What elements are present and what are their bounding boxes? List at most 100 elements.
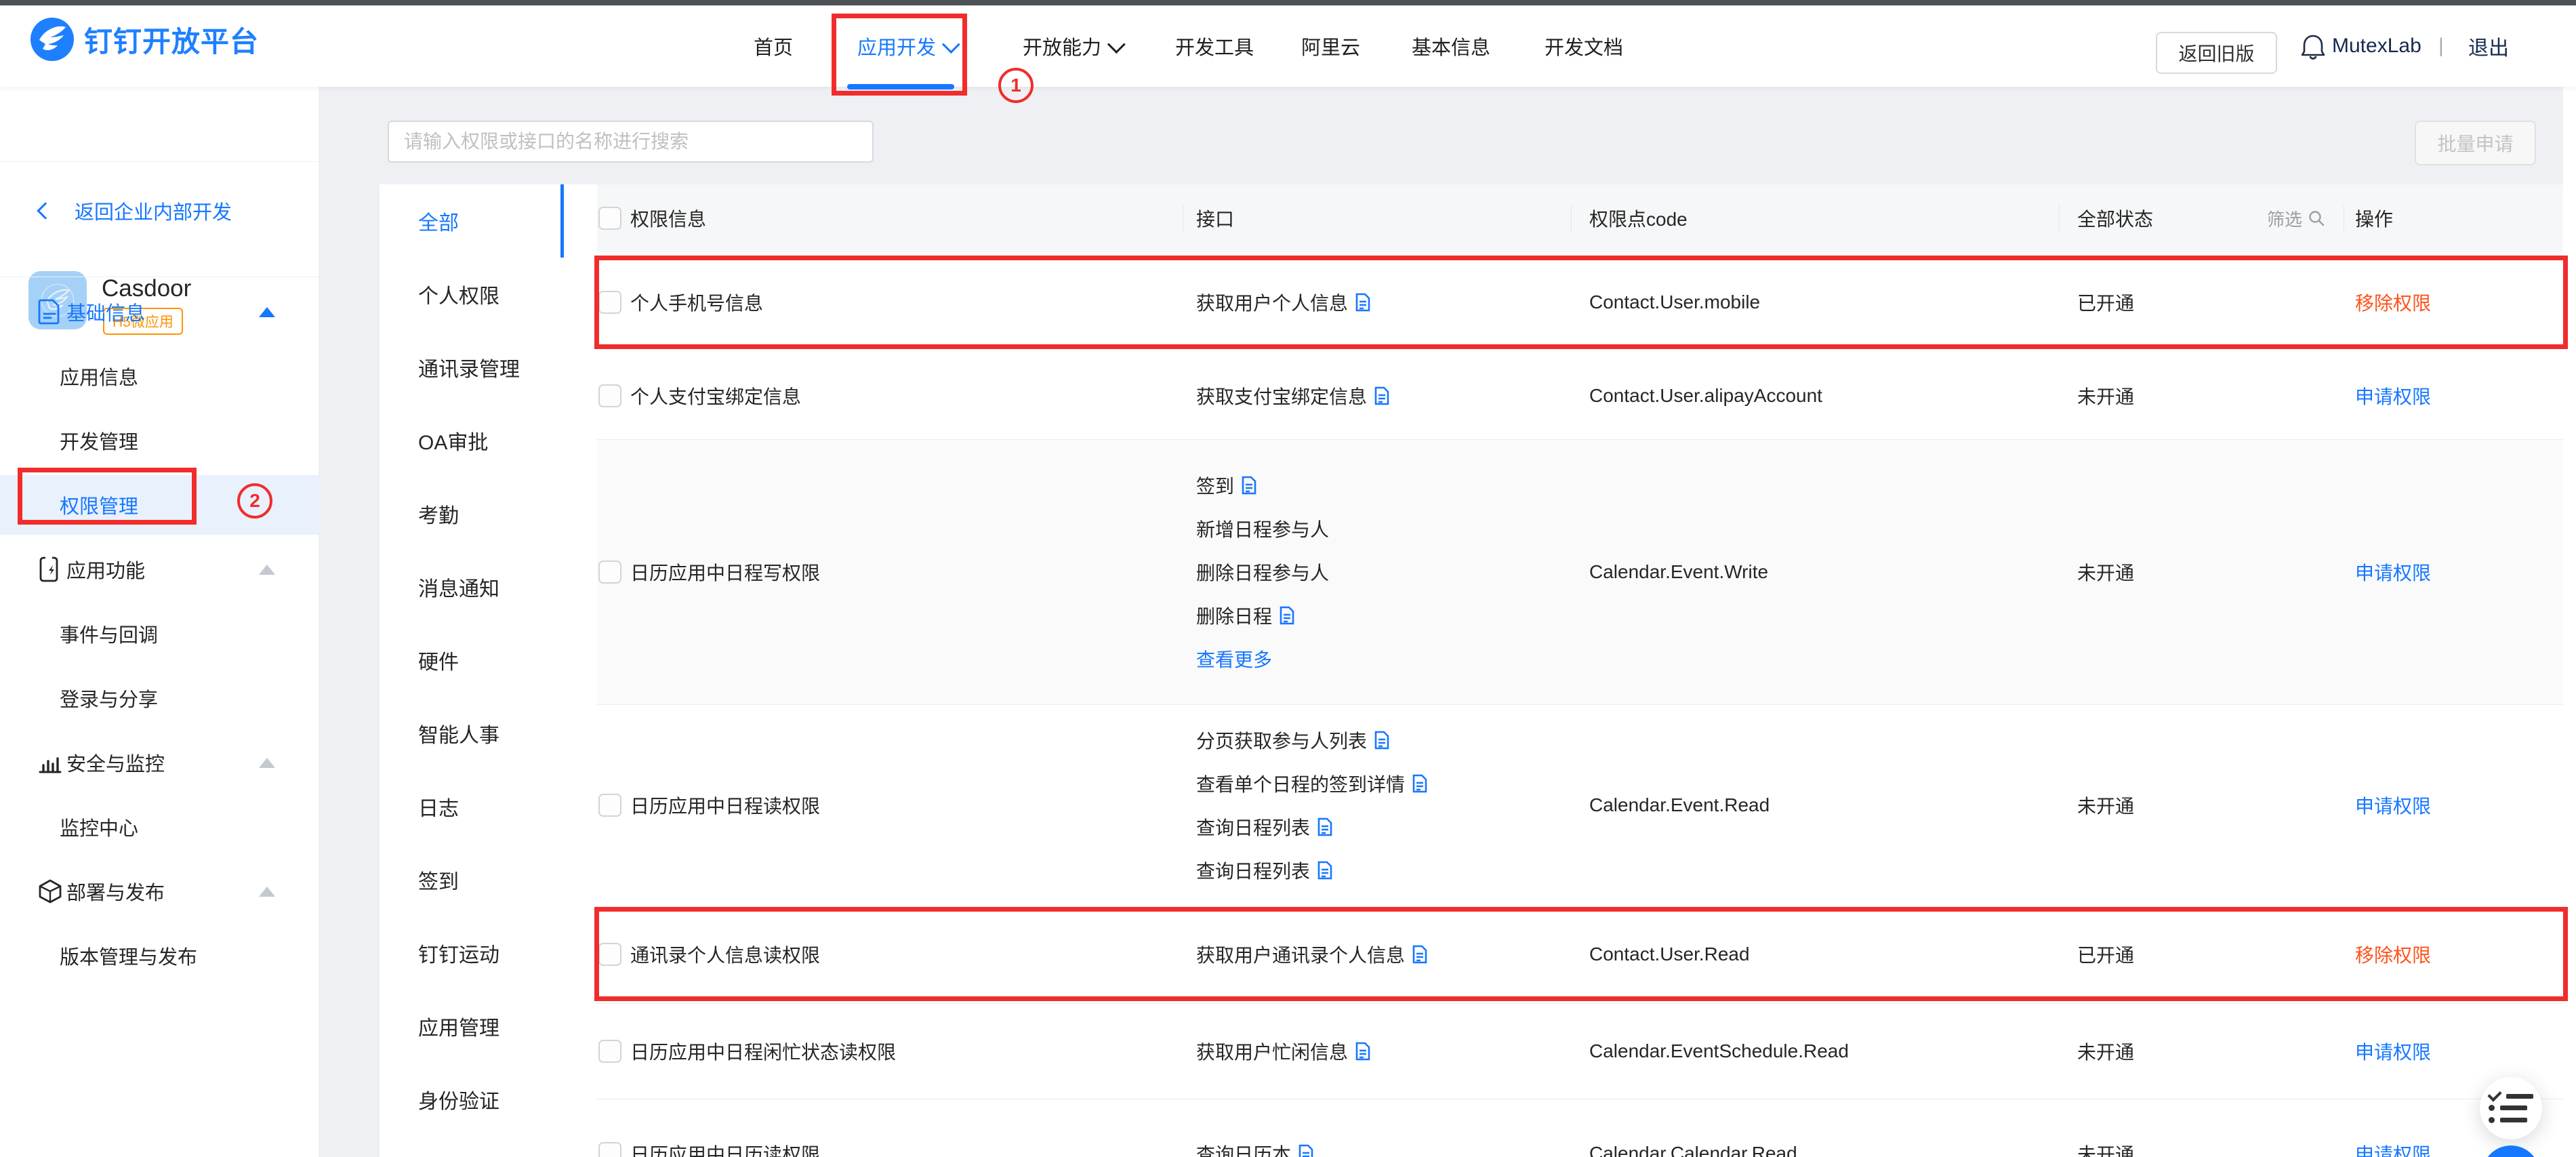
platform-logo[interactable]: 钉钉开放平台 [30,17,259,62]
remove-permission-link[interactable]: 移除权限 [2355,905,2431,1003]
sidebar-item-app-features[interactable]: 应用功能 [0,540,319,599]
permission-name: 个人支付宝绑定信息 [630,352,801,439]
dingtalk-open-platform-page: 钉钉开放平台 首页 应用开发 开放能力 开发工具 阿里云 基本信息 开发文档 返… [0,0,2576,1157]
cube-icon [38,878,62,904]
api-name[interactable]: 获取支付宝绑定信息 [1196,382,1367,409]
api-name[interactable]: 删除日程参与人 [1196,559,1329,586]
category-item-personal[interactable]: 个人权限 [380,258,564,331]
permission-code: Calendar.Calendar.Read [1589,1099,1797,1157]
sidebar-item-basic-info[interactable]: 基础信息 [0,282,319,342]
api-name[interactable]: 新增日程参与人 [1196,515,1329,542]
logout-link[interactable]: 退出 [2468,5,2509,87]
category-item-attendance[interactable]: 考勤 [380,477,564,550]
api-name[interactable]: 获取用户通讯录个人信息 [1196,941,1405,968]
api-cell: 获取用户个人信息 [1196,252,1371,352]
row-checkbox[interactable] [598,561,621,584]
row-checkbox[interactable] [598,794,621,817]
nav-item-dev-docs[interactable]: 开发文档 [1545,5,1623,87]
chevron-left-icon [37,202,54,219]
monitor-chart-icon [38,751,62,774]
api-name[interactable]: 分页获取参与人列表 [1196,727,1367,754]
nav-item-open-capabilities[interactable]: 开放能力 [1023,5,1121,87]
permission-name: 个人手机号信息 [630,252,763,352]
category-item-smart-hr[interactable]: 智能人事 [380,697,564,770]
checklist-floating-button[interactable] [2480,1077,2542,1139]
api-name[interactable]: 查询日程列表 [1196,857,1310,884]
nav-item-dev-tools[interactable]: 开发工具 [1175,5,1254,87]
row-checkbox[interactable] [598,1142,621,1157]
remove-permission-link[interactable]: 移除权限 [2355,252,2431,352]
apply-permission-link[interactable]: 申请权限 [2355,1004,2431,1099]
annotation-step-1: 1 [998,68,1034,103]
sidebar-item-deploy-release[interactable]: 部署与发布 [0,861,319,921]
api-doc-icon[interactable] [1279,606,1295,625]
row-checkbox[interactable] [598,1040,621,1063]
sidebar-item-label: 开发管理 [60,426,138,455]
api-doc-icon[interactable] [1317,861,1333,880]
api-name[interactable]: 删除日程 [1196,602,1272,629]
category-list: 全部 个人权限 通讯录管理 OA审批 考勤 消息通知 硬件 智能人事 日志 签到… [380,184,564,1157]
category-item-sports[interactable]: 钉钉运动 [380,916,564,990]
api-name[interactable]: 查询日程列表 [1196,813,1310,840]
api-doc-icon[interactable] [1412,774,1428,793]
category-item-log[interactable]: 日志 [380,770,564,843]
nav-item-aliyun[interactable]: 阿里云 [1301,5,1360,87]
apply-permission-link[interactable]: 申请权限 [2355,440,2431,704]
api-doc-icon[interactable] [1317,817,1333,836]
column-header-status[interactable]: 全部状态 [2077,184,2153,252]
filter-control[interactable]: 筛选 [2267,184,2325,252]
user-name[interactable]: MutexLab [2332,5,2421,87]
sidebar-item-app-info[interactable]: 应用信息 [0,346,319,406]
row-checkbox[interactable] [598,291,621,314]
api-name[interactable]: 获取用户忙闲信息 [1196,1038,1348,1065]
apply-permission-link[interactable]: 申请权限 [2355,705,2431,905]
view-more-link[interactable]: 查看更多 [1196,637,1272,681]
category-item-contacts[interactable]: 通讯录管理 [380,331,564,404]
sidebar-item-events-callbacks[interactable]: 事件与回调 [0,604,319,664]
api-name[interactable]: 查询日历本 [1196,1140,1291,1157]
api-name[interactable]: 获取用户个人信息 [1196,289,1348,316]
apply-permission-link[interactable]: 申请权限 [2355,1099,2431,1157]
select-all-checkbox[interactable] [598,207,621,230]
notification-bell-icon[interactable] [2301,34,2325,61]
batch-apply-button[interactable]: 批量申请 [2415,121,2536,165]
sidebar-item-login-share[interactable]: 登录与分享 [0,668,319,728]
api-doc-icon[interactable] [1374,386,1390,405]
category-item-app-management[interactable]: 应用管理 [380,990,564,1063]
api-name[interactable]: 签到 [1196,472,1234,499]
collapse-arrow-icon[interactable] [259,307,275,317]
sidebar-item-monitoring-center[interactable]: 监控中心 [0,797,319,857]
apply-permission-link[interactable]: 申请权限 [2355,352,2431,439]
category-item-oa[interactable]: OA审批 [380,404,564,477]
api-doc-icon[interactable] [1374,731,1390,750]
sidebar-item-version-management[interactable]: 版本管理与发布 [0,926,319,986]
sidebar-item-dev-management[interactable]: 开发管理 [0,411,319,470]
nav-item-home[interactable]: 首页 [754,5,793,87]
api-name[interactable]: 查看单个日程的签到详情 [1196,770,1405,797]
nav-item-app-development[interactable]: 应用开发 [857,5,956,87]
api-doc-icon[interactable] [1355,293,1371,312]
collapse-arrow-icon[interactable] [259,887,275,897]
collapse-arrow-icon[interactable] [259,758,275,768]
row-checkbox[interactable] [598,384,621,407]
search-input[interactable] [388,121,874,163]
category-item-notification[interactable]: 消息通知 [380,550,564,624]
collapse-arrow-icon[interactable] [259,565,275,575]
permission-panel: 全部 个人权限 通讯录管理 OA审批 考勤 消息通知 硬件 智能人事 日志 签到… [380,184,2563,1157]
sidebar-item-security-monitoring[interactable]: 安全与监控 [0,733,319,792]
api-doc-icon[interactable] [1412,945,1428,964]
category-item-checkin[interactable]: 签到 [380,843,564,916]
api-doc-icon[interactable] [1298,1144,1314,1157]
api-doc-icon[interactable] [1241,476,1257,495]
scrollbar-track[interactable] [2563,87,2576,1157]
document-icon [38,299,61,325]
row-checkbox[interactable] [598,943,621,966]
category-item-identity[interactable]: 身份验证 [380,1063,564,1136]
nav-item-basic-info[interactable]: 基本信息 [1412,5,1490,87]
category-item-all[interactable]: 全部 [380,184,564,258]
back-to-old-version-button[interactable]: 返回旧版 [2156,32,2277,74]
category-item-hardware[interactable]: 硬件 [380,624,564,697]
category-item-partial[interactable]: 获取认证 [380,1136,564,1157]
back-to-internal-dev-link[interactable]: 返回企业内部开发 [39,197,232,225]
api-doc-icon[interactable] [1355,1042,1371,1061]
